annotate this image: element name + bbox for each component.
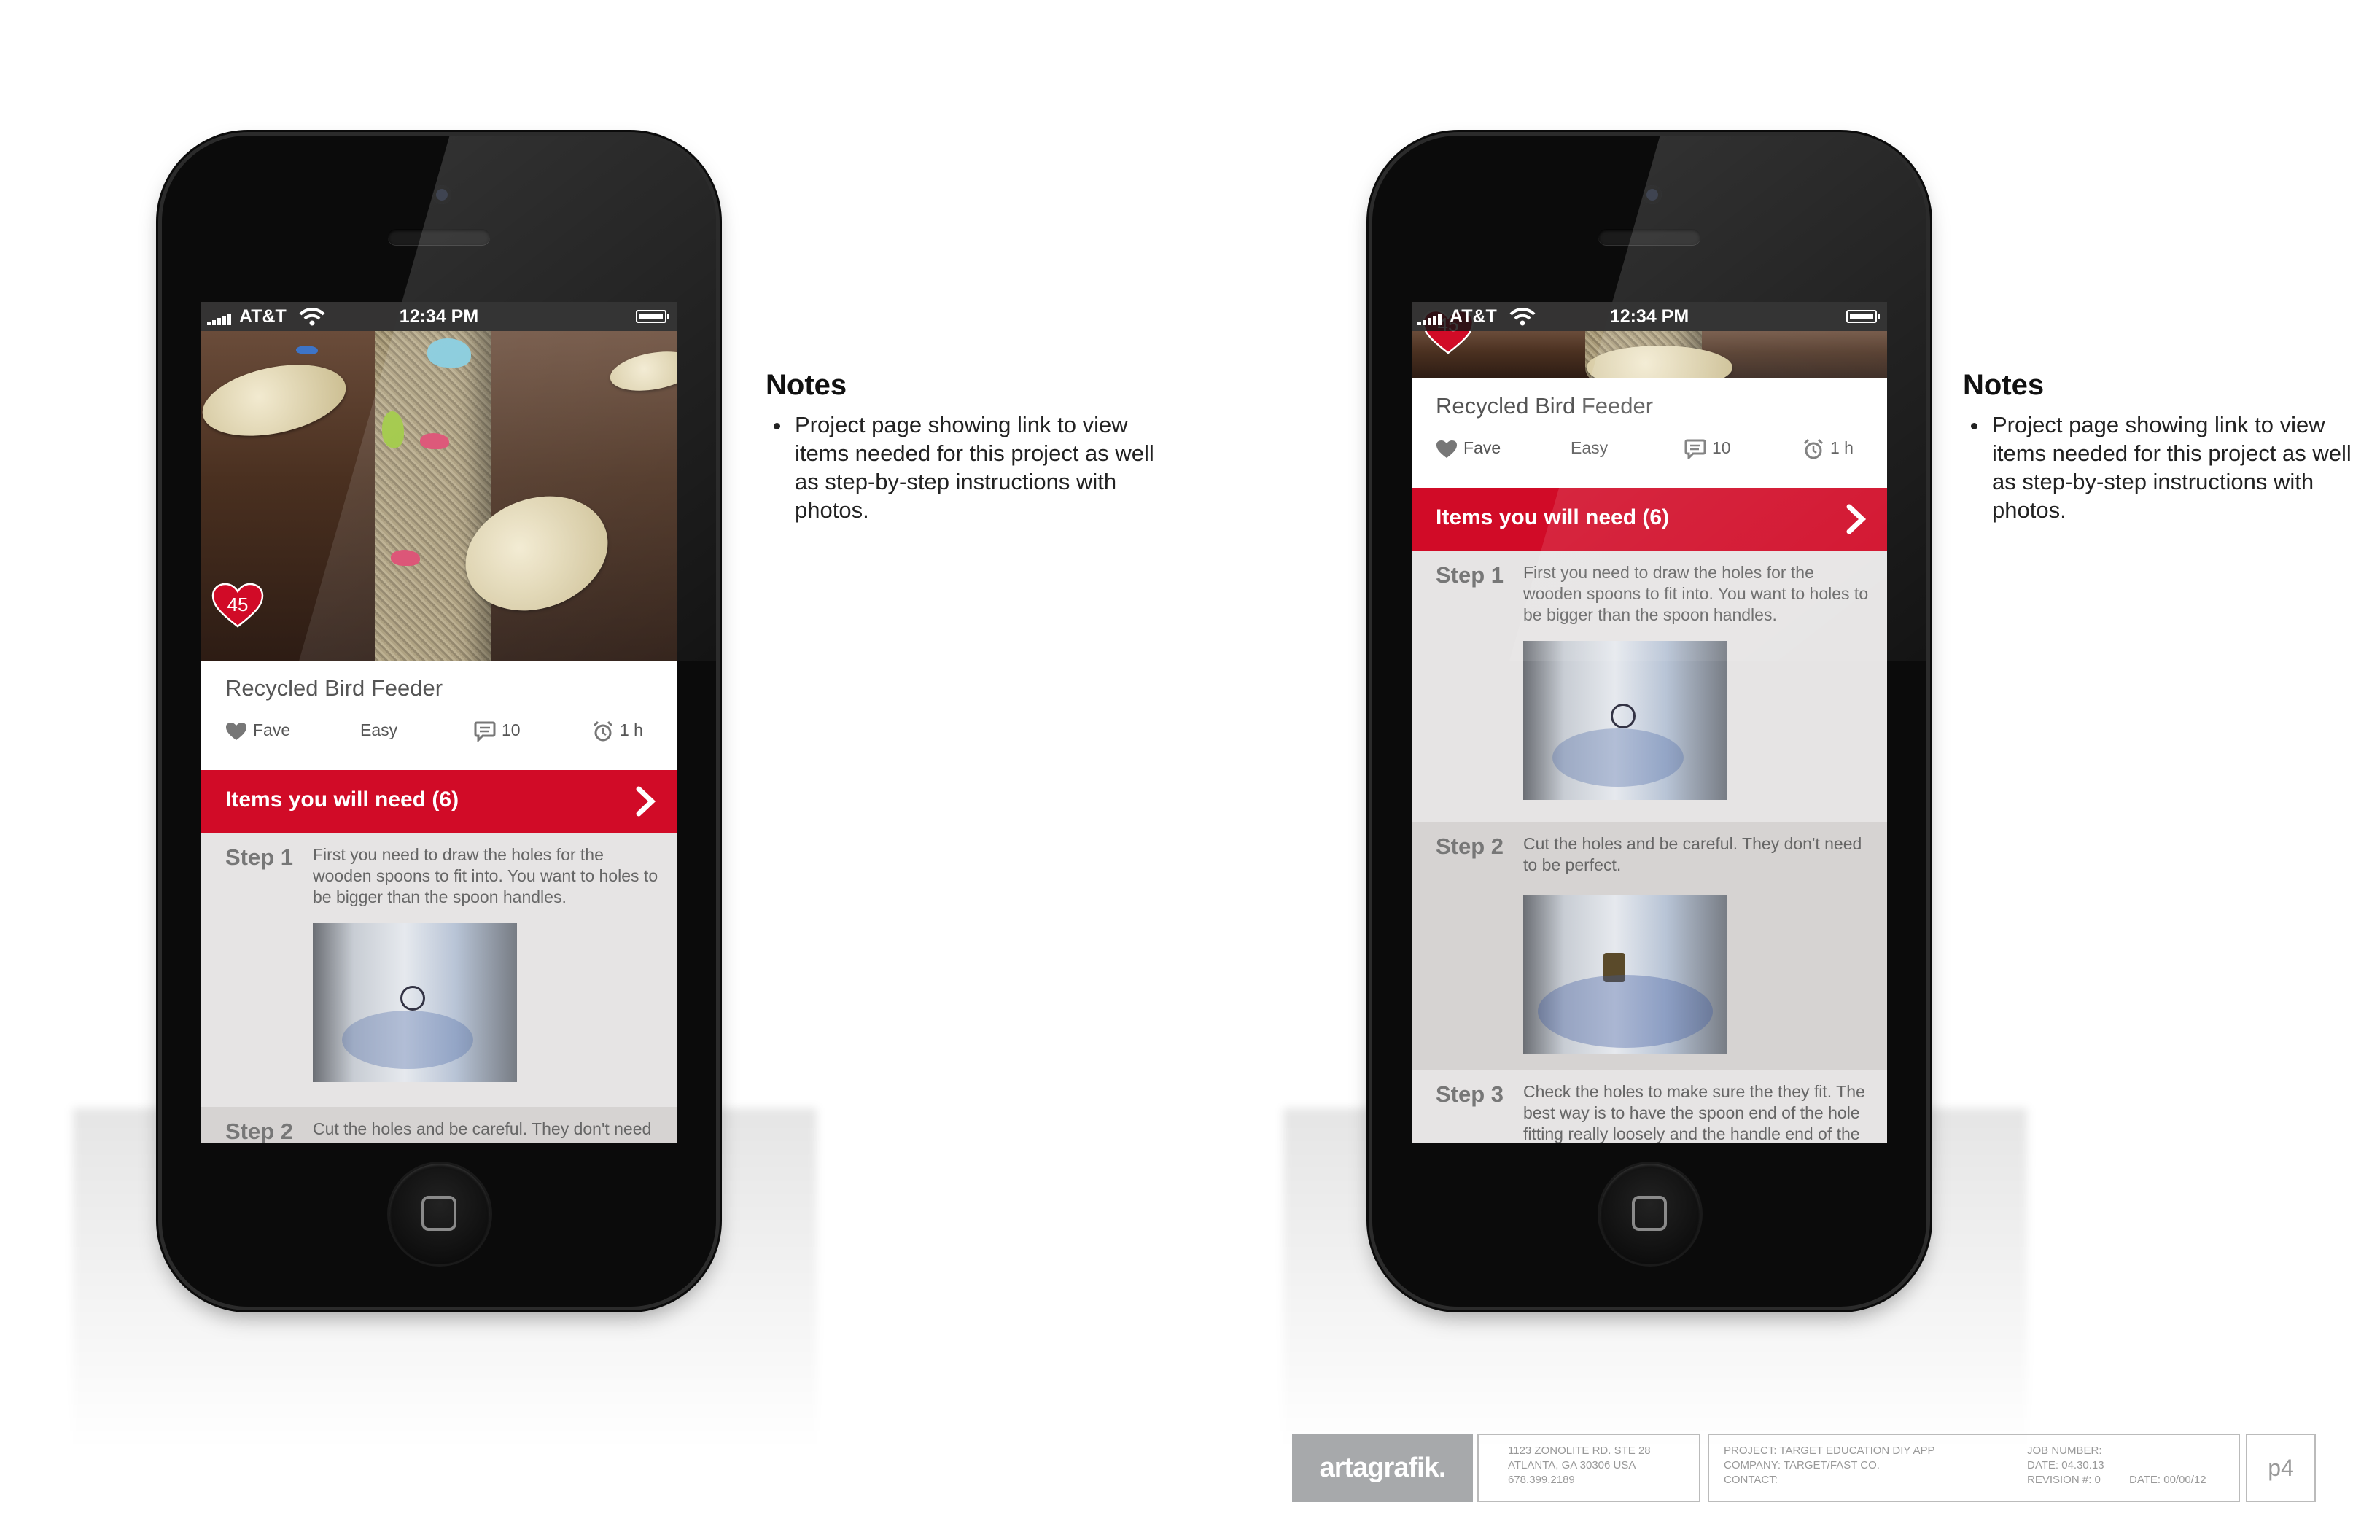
address-line: ATLANTA, GA 30306 USA bbox=[1508, 1459, 1636, 1471]
step-1-photo[interactable] bbox=[1523, 641, 1727, 800]
step-label: Step 2 bbox=[225, 1119, 294, 1143]
notes-panel-1: Notes Project page showing link to view … bbox=[766, 369, 1174, 524]
fave-count-badge[interactable]: 45 bbox=[211, 583, 264, 628]
duration-value: 1 h bbox=[620, 720, 643, 740]
project-info-panel: Recycled Bird Feeder Fave Easy 10 1 h bbox=[1412, 378, 1887, 488]
step-1: Step 1 First you need to draw the holes … bbox=[1412, 551, 1887, 822]
step-text: Check the holes to make sure the they fi… bbox=[1523, 1082, 1865, 1143]
step-1: Step 1 First you need to draw the holes … bbox=[201, 833, 677, 1107]
comment-icon bbox=[474, 721, 496, 743]
revision-date: DATE: 00/00/12 bbox=[2129, 1474, 2206, 1486]
duration-value: 1 h bbox=[1830, 438, 1854, 458]
comments-button[interactable]: 10 bbox=[474, 720, 521, 743]
phone-2: AT&T 12:34 PM 45 Recycled Bird Feeder Fa… bbox=[1372, 136, 1926, 1307]
step-text: Cut the holes and be careful. They don't… bbox=[1523, 834, 1862, 874]
notes-panel-2: Notes Project page showing link to view … bbox=[1963, 369, 2371, 524]
alarm-clock-icon bbox=[1803, 438, 1824, 459]
notes-item: Project page showing link to view items … bbox=[1989, 411, 2371, 524]
step-label: Step 2 bbox=[1436, 833, 1504, 859]
heart-icon bbox=[1436, 440, 1457, 458]
heart-icon bbox=[226, 722, 246, 740]
fave-label: Fave bbox=[1463, 438, 1501, 457]
project-hero-photo[interactable] bbox=[1412, 331, 1887, 378]
items-needed-label: Items you will need (6) bbox=[1436, 505, 1670, 529]
fave-button[interactable]: Fave bbox=[1436, 438, 1501, 459]
earpiece-speaker bbox=[388, 229, 490, 245]
comments-button[interactable]: 10 bbox=[1684, 438, 1731, 461]
battery-icon bbox=[1846, 310, 1880, 323]
address-block: 1123 ZONOLITE RD. STE 28 ATLANTA, GA 303… bbox=[1477, 1434, 1700, 1502]
earpiece-speaker bbox=[1598, 229, 1700, 245]
front-camera bbox=[432, 185, 451, 204]
battery-icon bbox=[636, 310, 669, 323]
comment-icon bbox=[1684, 439, 1706, 461]
step-text: First you need to draw the holes for the… bbox=[1523, 563, 1869, 624]
phone-1: AT&T 12:34 PM 45 Recycled Bird Feeder Fa… bbox=[162, 136, 716, 1307]
phone-1-screen: AT&T 12:34 PM 45 Recycled Bird Feeder Fa… bbox=[201, 302, 677, 1143]
chevron-right-icon bbox=[1846, 504, 1867, 534]
notes-list: Project page showing link to view items … bbox=[1963, 411, 2371, 524]
items-needed-button[interactable]: Items you will need (6) bbox=[201, 770, 677, 833]
step-3: Step 3 Check the holes to make sure the … bbox=[1412, 1070, 1887, 1143]
date-line: DATE: 04.30.13 bbox=[2027, 1459, 2104, 1471]
project-line: PROJECT: TARGET EDUCATION DIY APP bbox=[1724, 1444, 1935, 1457]
step-label: Step 3 bbox=[1436, 1081, 1504, 1107]
step-label: Step 1 bbox=[1436, 562, 1504, 588]
project-title: Recycled Bird Feeder bbox=[225, 675, 443, 701]
status-time: 12:34 PM bbox=[399, 306, 479, 327]
items-needed-button[interactable]: Items you will need (6) bbox=[1412, 488, 1887, 551]
duration-label: 1 h bbox=[1802, 438, 1854, 460]
project-hero-photo[interactable] bbox=[201, 331, 677, 661]
step-2-photo[interactable] bbox=[1523, 895, 1727, 1054]
project-block: PROJECT: TARGET EDUCATION DIY APP COMPAN… bbox=[1708, 1434, 2240, 1502]
status-bar: AT&T 12:34 PM bbox=[1412, 302, 1887, 331]
comments-count: 10 bbox=[1712, 438, 1731, 457]
address-line: 1123 ZONOLITE RD. STE 28 bbox=[1508, 1444, 1651, 1457]
step-1-photo[interactable] bbox=[313, 923, 517, 1082]
comments-count: 10 bbox=[502, 720, 521, 739]
items-needed-label: Items you will need (6) bbox=[225, 788, 459, 812]
front-camera bbox=[1643, 185, 1662, 204]
status-bar: AT&T 12:34 PM bbox=[201, 302, 677, 331]
page-number: p4 bbox=[2246, 1434, 2316, 1502]
notes-list: Project page showing link to view items … bbox=[766, 411, 1174, 524]
step-text: First you need to draw the holes for the… bbox=[313, 845, 658, 906]
step-text: Cut the holes and be careful. They don't… bbox=[313, 1119, 652, 1143]
artagrafik-logo: artagrafik. bbox=[1292, 1434, 1473, 1502]
duration-label: 1 h bbox=[592, 720, 643, 742]
phone-2-screen: AT&T 12:34 PM 45 Recycled Bird Feeder Fa… bbox=[1412, 302, 1887, 1143]
project-title: Recycled Bird Feeder bbox=[1436, 393, 1654, 419]
fave-label: Fave bbox=[253, 720, 291, 739]
company-line: COMPANY: TARGET/FAST CO. bbox=[1724, 1459, 1880, 1471]
notes-item: Project page showing link to view items … bbox=[792, 411, 1174, 524]
difficulty-label: Easy bbox=[360, 720, 398, 739]
notes-title: Notes bbox=[766, 369, 847, 401]
home-button[interactable] bbox=[389, 1164, 490, 1264]
home-button[interactable] bbox=[1600, 1164, 1700, 1264]
alarm-clock-icon bbox=[593, 720, 613, 742]
fave-button[interactable]: Fave bbox=[225, 720, 290, 741]
status-time: 12:34 PM bbox=[1609, 306, 1689, 327]
chevron-right-icon bbox=[636, 786, 656, 817]
job-number: JOB NUMBER: bbox=[2027, 1444, 2102, 1457]
revision-line: REVISION #: 0 bbox=[2027, 1474, 2101, 1486]
step-2: Step 2 Cut the holes and be careful. The… bbox=[1412, 822, 1887, 1070]
difficulty-label: Easy bbox=[1571, 438, 1609, 457]
address-line: 678.399.2189 bbox=[1508, 1474, 1575, 1486]
step-2: Step 2 Cut the holes and be careful. The… bbox=[201, 1107, 677, 1143]
notes-title: Notes bbox=[1963, 369, 2045, 401]
project-info-panel: Recycled Bird Feeder Fave Easy 10 1 h bbox=[201, 661, 677, 770]
fave-count: 45 bbox=[227, 594, 249, 615]
step-label: Step 1 bbox=[225, 844, 294, 870]
